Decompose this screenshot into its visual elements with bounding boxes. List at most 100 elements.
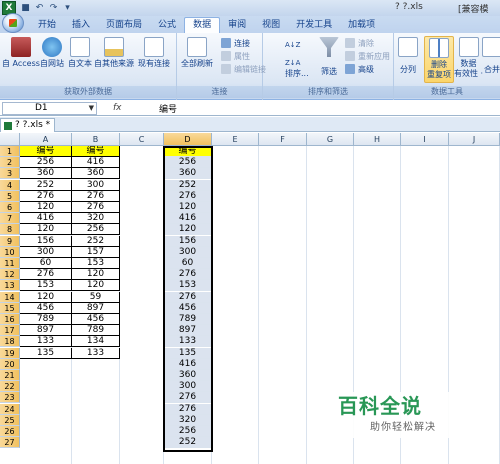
data-cell[interactable]: 256 [72,224,120,236]
row-header-11[interactable]: 11 [0,258,20,269]
tab-home[interactable]: 开始 [30,18,64,33]
remove-duplicates-button[interactable]: 删除 重复项 [424,36,454,83]
row-header-2[interactable]: 2 [0,157,20,169]
customize-toolbar-icon[interactable]: ▾ [62,3,73,14]
data-cell[interactable]: 120 [20,202,72,213]
data-cell[interactable]: 276 [72,202,120,213]
existing-connections-button[interactable]: 现有连接 [138,37,170,69]
office-button[interactable] [2,13,24,33]
header-cell[interactable]: 编号 [20,146,72,157]
tab-page-layout[interactable]: 页面布局 [98,18,150,33]
data-validation-button[interactable]: 数据 有效性 · [454,37,483,79]
column-header-f[interactable]: F [259,133,307,146]
reapply-button[interactable]: 重新应用 [345,50,390,62]
filter-button[interactable]: 筛选 [319,37,339,77]
row-header-14[interactable]: 14 [0,291,20,303]
data-cell[interactable]: 156 [20,235,72,247]
data-cell[interactable]: 276 [20,190,72,202]
tab-developer[interactable]: 开发工具 [288,18,340,33]
document-tab[interactable]: ? ?.xls * [0,118,56,132]
tab-review[interactable]: 审阅 [220,18,254,33]
column-header-e[interactable]: E [212,133,259,146]
data-cell[interactable]: 252 [20,179,72,191]
column-header-j[interactable]: J [449,133,500,146]
row-header-6[interactable]: 6 [0,202,20,213]
header-cell[interactable]: 编号 [72,146,120,157]
tab-data[interactable]: 数据 [184,17,221,33]
refresh-all-button[interactable]: 全部刷新 [181,37,213,69]
row-header-22[interactable]: 22 [0,381,20,393]
column-header-d[interactable]: D [164,133,212,146]
data-cell[interactable]: 276 [72,190,120,202]
column-header-i[interactable]: I [401,133,449,146]
data-cell[interactable]: 416 [20,213,72,225]
data-cell[interactable]: 120 [20,291,72,303]
data-cell[interactable]: 789 [20,314,72,325]
row-header-17[interactable]: 17 [0,325,20,337]
sort-button[interactable]: 排序... [285,37,309,79]
data-cell[interactable]: 256 [20,157,72,169]
data-cell[interactable]: 60 [20,258,72,269]
row-header-5[interactable]: 5 [0,190,20,202]
text-to-columns-button[interactable]: 分列 [398,37,418,75]
data-cell[interactable]: 120 [72,280,120,292]
column-header-h[interactable]: H [354,133,401,146]
data-cell[interactable]: 153 [20,280,72,292]
row-header-13[interactable]: 13 [0,280,20,292]
column-header-b[interactable]: B [72,133,120,146]
data-cell[interactable]: 300 [20,246,72,258]
data-cell[interactable]: 897 [72,302,120,314]
row-header-25[interactable]: 25 [0,414,20,426]
row-header-12[interactable]: 12 [0,269,20,281]
data-cell[interactable]: 416 [72,157,120,169]
data-cell[interactable]: 157 [72,246,120,258]
row-header-3[interactable]: 3 [0,168,20,180]
edit-links-button[interactable]: 编辑链接 [221,63,266,75]
data-cell[interactable]: 320 [72,213,120,225]
row-header-15[interactable]: 15 [0,302,20,314]
row-header-27[interactable]: 27 [0,437,20,449]
row-header-24[interactable]: 24 [0,403,20,415]
data-cell[interactable]: 300 [72,179,120,191]
row-header-21[interactable]: 21 [0,370,20,381]
name-box[interactable]: D1 ▼ [2,101,97,115]
data-cell[interactable]: 120 [72,269,120,281]
column-header-g[interactable]: G [307,133,354,146]
fx-icon[interactable]: fx [113,103,153,113]
select-all-corner[interactable] [0,133,20,146]
column-header-a[interactable]: A [20,133,72,146]
data-cell[interactable]: 456 [20,302,72,314]
data-cell[interactable]: 360 [20,168,72,180]
properties-button[interactable]: 属性 [221,50,250,62]
tab-formulas[interactable]: 公式 [150,18,184,33]
data-cell[interactable]: 276 [20,269,72,281]
row-header-8[interactable]: 8 [0,224,20,236]
row-header-26[interactable]: 26 [0,426,20,437]
data-cell[interactable]: 134 [72,336,120,348]
row-header-10[interactable]: 10 [0,246,20,258]
from-web-button[interactable]: 自网站 [40,37,64,69]
from-other-sources-button[interactable]: 自其他来源 [94,37,134,69]
data-cell[interactable]: 133 [72,347,120,359]
data-cell[interactable]: 252 [72,235,120,247]
row-header-18[interactable]: 18 [0,336,20,348]
row-header-23[interactable]: 23 [0,392,20,404]
save-icon[interactable]: ■ [20,3,31,14]
from-access-button[interactable]: 自 Access [2,37,40,69]
data-cell[interactable]: 360 [72,168,120,180]
formula-input[interactable]: 编号 [159,102,177,115]
advanced-filter-button[interactable]: 高级 [345,63,374,75]
undo-icon[interactable]: ↶ [34,3,45,14]
from-text-button[interactable]: 自文本 [68,37,92,69]
data-cell[interactable]: 897 [20,325,72,337]
chevron-down-icon[interactable]: ▼ [89,103,94,114]
data-cell[interactable]: 153 [72,258,120,269]
data-cell[interactable]: 133 [20,336,72,348]
tab-add-ins[interactable]: 加载项 [340,18,383,33]
row-header-20[interactable]: 20 [0,358,20,370]
data-cell[interactable]: 59 [72,291,120,303]
row-header-9[interactable]: 9 [0,235,20,247]
data-cell[interactable]: 456 [72,314,120,325]
row-header-16[interactable]: 16 [0,314,20,325]
row-header-1[interactable]: 1 [0,146,20,157]
